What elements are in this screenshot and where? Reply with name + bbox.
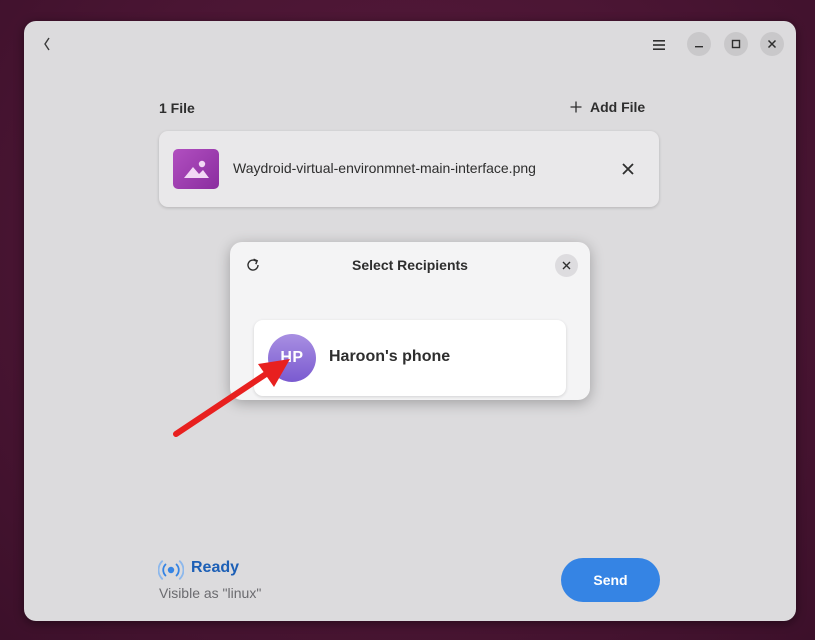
plus-icon [570, 101, 582, 113]
minimize-button[interactable] [687, 32, 711, 56]
add-file-button[interactable]: Add File [570, 99, 645, 115]
send-button[interactable]: Send [561, 558, 660, 602]
maximize-icon [731, 39, 741, 49]
recipient-card[interactable]: HP Haroon's phone [254, 320, 566, 396]
visibility-label: Visible as "linux" [159, 585, 262, 601]
avatar: HP [268, 334, 316, 382]
remove-file-button[interactable] [618, 159, 638, 179]
close-icon [767, 39, 777, 49]
back-button[interactable] [36, 33, 58, 55]
select-recipients-dialog: Select Recipients HP Haroon's phone [230, 242, 590, 400]
close-window-button[interactable] [760, 32, 784, 56]
file-name: Waydroid-virtual-environmnet-main-interf… [233, 160, 536, 176]
close-dialog-button[interactable] [555, 254, 578, 277]
hamburger-icon [653, 40, 665, 50]
file-count-label: 1 File [159, 100, 195, 116]
file-row: Waydroid-virtual-environmnet-main-interf… [159, 131, 659, 207]
dialog-title: Select Recipients [352, 257, 468, 273]
close-icon [622, 163, 634, 175]
main-menu-button[interactable] [648, 34, 670, 56]
recipient-name: Haroon's phone [329, 348, 451, 365]
image-file-icon [173, 149, 219, 189]
minimize-icon [695, 46, 703, 48]
broadcast-icon [158, 557, 184, 583]
chevron-left-icon [44, 37, 50, 51]
maximize-button[interactable] [724, 32, 748, 56]
status-label: Ready [191, 559, 240, 576]
app-window: 1 File Add File Waydroid-virtual-environ… [24, 21, 796, 621]
close-icon [562, 261, 571, 270]
add-file-label: Add File [590, 99, 646, 115]
